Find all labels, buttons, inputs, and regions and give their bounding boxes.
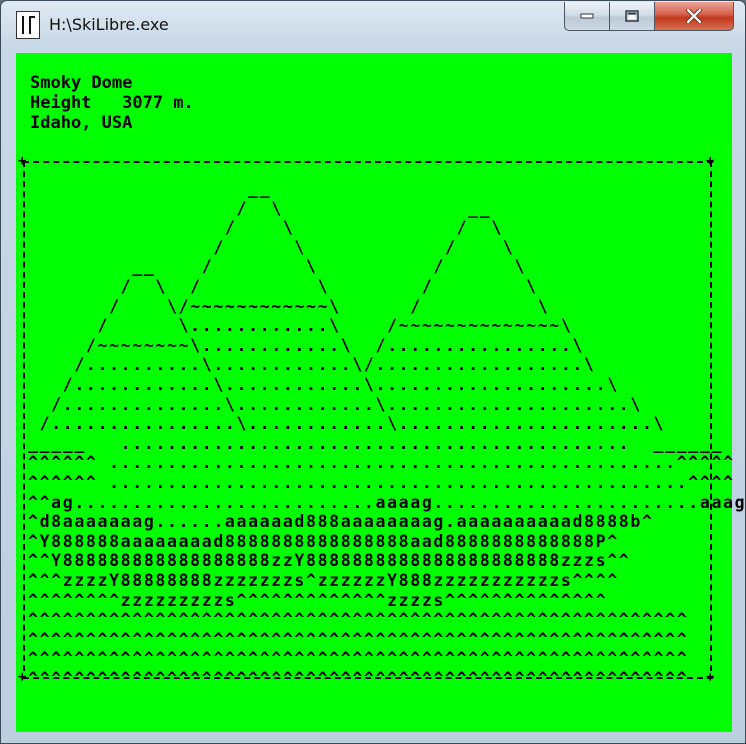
frame-corner: + — [18, 669, 27, 685]
art-row: / \............\ /~~~~~~~~~~~~~~\ — [28, 316, 573, 336]
art-row: __ / \ / \ — [28, 257, 527, 277]
frame-left — [23, 161, 25, 671]
art-row: ^^^^^^^^zzzzzzzzzs^^^^^^^^^^^^^zzzzs^^^^… — [28, 590, 608, 610]
art-row: /............\............\.............… — [28, 375, 619, 394]
art-row: ^^ag..........................aaaag.....… — [28, 492, 746, 512]
art-row: ^Y888888aaaaaaaad8888888888888888aad8888… — [28, 531, 619, 551]
art-row: ^d8aaaaaaag......aaaaaad888aaaaaaaag.aaa… — [28, 512, 654, 532]
title-bar[interactable]: H:\SkiLibre.exe — [1, 1, 745, 45]
mountain-height: Height 3077 m. — [30, 93, 194, 113]
minimize-button[interactable] — [564, 2, 610, 31]
art-row: / \ / \ — [28, 218, 503, 238]
art-row: /~~~~~~~~\............\ /...............… — [28, 335, 585, 355]
frame-top — [23, 161, 713, 163]
minimize-icon — [580, 13, 594, 19]
art-row: ^^^zzzzY88888888zzzzzzzs^zzzzzzY888zzzzz… — [28, 571, 619, 590]
window-title: H:\SkiLibre.exe — [49, 15, 169, 34]
app-window: H:\SkiLibre.exe Smoky Dome Height 3077 m… — [0, 0, 746, 744]
app-icon[interactable] — [16, 11, 40, 39]
maximize-icon — [625, 10, 639, 22]
art-row: / \ / \ / \ — [28, 277, 538, 296]
maximize-button[interactable] — [609, 2, 655, 31]
art-row: / \ __ — [28, 198, 492, 218]
art-row: ^^^^^^^^^^^^^^^^^^^^^^^^^^^^^^^^^^^^^^^^… — [28, 629, 689, 649]
console-area: Smoky Dome Height 3077 m. Idaho, USA + +… — [16, 53, 746, 732]
frame-right — [710, 161, 712, 671]
close-button[interactable] — [654, 2, 734, 31]
mountain-name: Smoky Dome — [30, 73, 133, 93]
art-row: ^^^^^^^^^^^^^^^^^^^^^^^^^^^^^^^^^^^^^^^^… — [28, 610, 689, 630]
art-row: __ — [28, 179, 272, 198]
mountain-location: Idaho, USA — [30, 113, 133, 133]
art-row: /..........\............\/..............… — [28, 355, 596, 375]
art-row: /..............\............\...........… — [28, 394, 642, 414]
art-row: ^^Y888888888888888888zzY8888888888888888… — [28, 551, 631, 571]
art-row: ^^^^^^ .................................… — [28, 453, 735, 473]
art-row: / \ / \ — [28, 237, 515, 257]
art-row: _____ ..................................… — [28, 433, 724, 453]
art-row: ^^^^^^^^^^^^^^^^^^^^^^^^^^^^^^^^^^^^^^^^… — [28, 669, 689, 688]
close-icon — [686, 9, 702, 23]
art-row: ^^^^^^^^^^^^^^^^^^^^^^^^^^^^^^^^^^^^^^^^… — [28, 649, 689, 669]
art-row: ^^^^^^ .................................… — [28, 473, 735, 492]
art-row: /................\............\.........… — [28, 414, 666, 434]
art-row: / \/~~~~~~~~~~~~\ / \ — [28, 296, 550, 316]
frame-corner: + — [706, 669, 715, 685]
